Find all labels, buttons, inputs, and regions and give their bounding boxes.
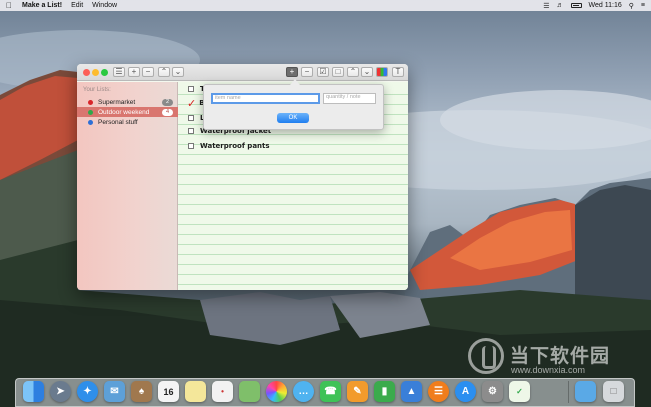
- add-list-button[interactable]: +: [128, 67, 140, 77]
- wifi-icon[interactable]: ☰: [543, 2, 549, 10]
- sidebar-item-personal-stuff[interactable]: Personal stuff: [77, 117, 178, 127]
- chevron-up-icon[interactable]: ⌃: [158, 67, 170, 77]
- watermark-text: 当下软件园: [510, 346, 611, 367]
- quantity-note-field[interactable]: quantity / note: [323, 93, 376, 104]
- volume-icon[interactable]: ♬: [557, 2, 564, 9]
- color-palette-icon[interactable]: [376, 67, 388, 77]
- list-color-dot: [88, 119, 93, 125]
- sidebar-item-label: Personal stuff: [98, 118, 138, 126]
- menu-bar:  Make a List! Edit Window ☰ ♬ Wed 11:16…: [0, 0, 651, 11]
- calendar-icon[interactable]: 16: [158, 381, 179, 402]
- apple-icon[interactable]: : [6, 1, 12, 10]
- list-view-icon[interactable]: ☰: [113, 67, 125, 77]
- item-checkbox[interactable]: [188, 115, 194, 121]
- move-up-icon[interactable]: ⌃: [347, 67, 359, 77]
- facetime-icon[interactable]: ☎: [320, 381, 341, 402]
- maps-icon[interactable]: [239, 381, 260, 402]
- menu-list-icon[interactable]: ≡: [641, 2, 645, 9]
- search-icon[interactable]: ⚲: [629, 2, 634, 10]
- checkmark-icon[interactable]: ✓: [187, 97, 196, 110]
- sidebar-item-outdoor-weekend[interactable]: Outdoor weekend 4: [77, 107, 178, 117]
- list-color-dot: [88, 109, 93, 115]
- add-item-button[interactable]: +: [286, 67, 298, 77]
- trash-icon[interactable]: □: [603, 381, 624, 402]
- remove-list-button[interactable]: −: [142, 67, 154, 77]
- item-checkbox[interactable]: [188, 143, 194, 149]
- pages-icon[interactable]: ✎: [347, 381, 368, 402]
- menu-window[interactable]: Window: [92, 2, 117, 9]
- menubar-clock[interactable]: Wed 11:16: [589, 2, 622, 9]
- text-icon[interactable]: T: [392, 67, 404, 77]
- ibooks-icon[interactable]: ☰: [428, 381, 449, 402]
- item-label: Waterproof pants: [200, 142, 270, 150]
- watermark-url: www.downxia.com: [511, 365, 586, 375]
- remove-item-button[interactable]: −: [301, 67, 313, 77]
- square-icon[interactable]: □: [332, 67, 344, 77]
- list-item[interactable]: L: [188, 113, 204, 123]
- watermark-logo: [468, 338, 504, 374]
- menu-app-name[interactable]: Make a List!: [22, 2, 62, 9]
- finder-icon[interactable]: [23, 381, 44, 402]
- menu-edit[interactable]: Edit: [71, 2, 83, 9]
- item-name-field[interactable]: item name: [211, 93, 320, 104]
- title-bar: ☰ + − ⌃ ⌄ + − ☑ □ ⌃ ⌄ T: [77, 64, 408, 81]
- downloads-folder-icon[interactable]: [575, 381, 596, 402]
- maximize-button[interactable]: [101, 69, 108, 76]
- contacts-icon[interactable]: ♠: [131, 381, 152, 402]
- keynote-icon[interactable]: ▲: [401, 381, 422, 402]
- list-item[interactable]: Waterproof pants: [188, 141, 270, 151]
- sidebar-item-label: Outdoor weekend: [98, 108, 150, 116]
- battery-icon[interactable]: [570, 3, 582, 8]
- sidebar-heading: Your Lists:: [83, 87, 111, 93]
- close-button[interactable]: [83, 69, 90, 76]
- app-store-icon[interactable]: A: [455, 381, 476, 402]
- status-area: ☰ ♬ Wed 11:16 ⚲ ≡: [543, 2, 645, 10]
- reminders-icon[interactable]: •: [212, 381, 233, 402]
- photos-icon[interactable]: [266, 381, 287, 402]
- messages-icon[interactable]: …: [293, 381, 314, 402]
- sidebar-item-supermarket[interactable]: Supermarket 2: [77, 97, 178, 107]
- notes-icon[interactable]: [185, 381, 206, 402]
- list-count-badge: 4: [162, 108, 173, 116]
- chevron-down-icon[interactable]: ⌄: [172, 67, 184, 77]
- checkbox-icon[interactable]: ☑: [317, 67, 329, 77]
- safari-icon[interactable]: ✦: [77, 381, 98, 402]
- ok-button[interactable]: OK: [277, 113, 309, 123]
- make-a-list-icon[interactable]: ✓: [509, 381, 530, 402]
- launchpad-icon[interactable]: ➤: [50, 381, 71, 402]
- sidebar-item-label: Supermarket: [98, 98, 136, 106]
- move-down-icon[interactable]: ⌄: [361, 67, 373, 77]
- numbers-icon[interactable]: ▮: [374, 381, 395, 402]
- minimize-button[interactable]: [92, 69, 99, 76]
- item-checkbox[interactable]: [188, 128, 194, 134]
- system-preferences-icon[interactable]: ⚙: [482, 381, 503, 402]
- lists-sidebar: Your Lists: Supermarket 2 Outdoor weeken…: [77, 82, 178, 290]
- add-item-popover: item name quantity / note OK: [203, 79, 384, 130]
- list-color-dot: [88, 99, 93, 105]
- list-count-badge: 2: [162, 98, 173, 106]
- mail-icon[interactable]: ✉: [104, 381, 125, 402]
- dock-separator: [568, 381, 569, 403]
- item-checkbox[interactable]: [188, 86, 194, 92]
